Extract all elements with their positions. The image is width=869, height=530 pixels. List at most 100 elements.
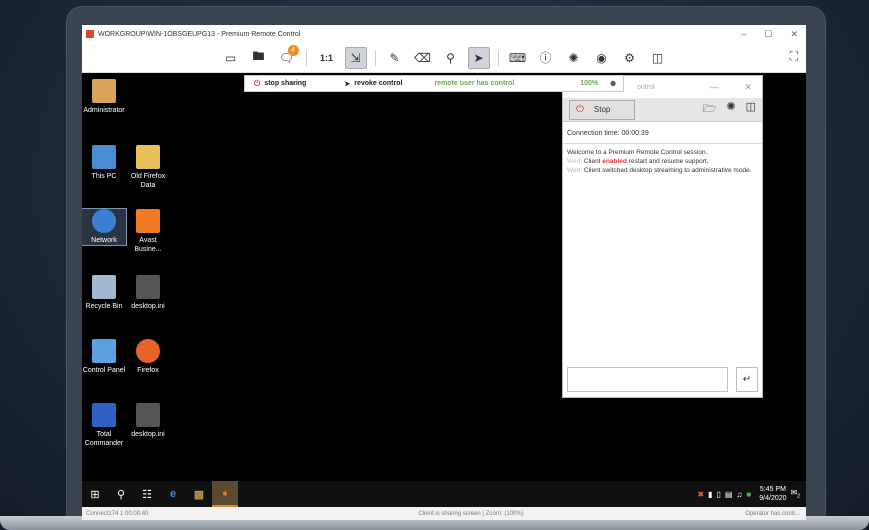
desktop-icon-label: desktop.ini [131,303,165,310]
file-explorer-icon[interactable]: ▩ [186,481,212,507]
app-logo [86,30,94,38]
clock-date: 9/4/2020 [759,495,787,502]
recycle-bin-icon [92,275,116,299]
desktop-icon-avast[interactable]: Avast Busine... [126,209,170,254]
desktop-icon-label: Avast Busine... [134,237,162,253]
desktop-icon-desktop-ini-2[interactable]: desktop.ini [126,403,170,439]
clock-time: 5:45 PM [759,486,786,493]
panel-window-controls: — ✕ [709,82,762,93]
revoke-control-label: revoke control [354,80,403,87]
floppy-icon [92,403,116,427]
folder-icon [136,145,160,169]
message-input[interactable] [567,367,728,392]
tray-app-icon[interactable]: ✖ [697,490,704,499]
desktop-icon-desktop-ini[interactable]: desktop.ini [126,275,170,311]
desktop-icon-label: Old Firefox Data [130,173,166,189]
network-icon [92,209,116,233]
action-center-icon[interactable]: ✉2 [791,488,800,500]
panel-minimize-button[interactable]: — [709,82,718,93]
tools-icon[interactable]: ✺ [726,100,735,119]
log-highlight: enabled [602,158,627,165]
desktop-icon-label: Network [91,237,117,244]
divider [497,49,499,66]
panel-tool-icons: 🗁 ✺ ◫ [703,100,756,119]
remote-app-taskbar-icon[interactable]: ➧ [212,481,238,507]
firefox-icon [136,339,160,363]
desktop-icon-label: Total Commander [84,431,124,447]
sharing-bar: ⏻ stop sharing ➤ revoke control remote u… [244,75,624,92]
status-bar: Connect174 1 00:00:40 Client is sharing … [82,507,806,520]
control-status: remote user has control [434,80,515,87]
desktop-icon-administrator[interactable]: Administrator [82,79,130,115]
tools-icon[interactable]: ✺ [610,80,616,88]
clock[interactable]: 5:45 PM 9/4/2020 [759,485,786,503]
screen-settings-icon[interactable]: ◫ [647,47,669,69]
settings-icon[interactable]: ⚙ [619,47,641,69]
folder-icon[interactable]: 🖿 [248,47,270,69]
windows-start-icon[interactable]: ⊞ [82,481,108,507]
power-icon: ⏻ [576,104,584,115]
tray-usb-icon[interactable]: ▯ [716,490,720,499]
pin-icon[interactable]: ⚲ [440,47,462,69]
log-line: Wed: Client switched desktop streaming t… [567,166,758,175]
keyboard-icon[interactable]: ⌨ [507,47,529,69]
divider [374,49,376,66]
control-panel-icon [92,339,116,363]
desktop-icon-this-pc[interactable]: This PC [82,145,126,181]
desktop-icon-label: Administrator [83,107,125,114]
desktop-icon-label: Control Panel [82,367,126,374]
action-center-count: 2 [797,493,800,500]
ratio-button[interactable]: 1:1 [315,47,339,69]
desktop-icon-recycle-bin[interactable]: Recycle Bin [82,275,126,311]
pointer-icon[interactable]: ➤ [467,46,490,69]
fullscreen-icon[interactable]: ⛶ [790,49,798,64]
computer-icon [92,145,116,169]
send-button[interactable]: ↵ [736,367,758,392]
tray-volume-icon[interactable]: ♫ [736,490,742,499]
cursor-icon: ➤ [344,80,351,88]
eraser-icon[interactable]: ⌫ [412,47,434,69]
session-log: Welcome to a Premium Remote Control sess… [563,144,762,179]
close-button[interactable]: ✕ [790,29,798,40]
desktop-icon-control-panel[interactable]: Control Panel [82,339,130,375]
task-view-icon[interactable]: ☷ [134,481,160,507]
desktop-icon-label: Firefox [137,367,159,374]
stop-button[interactable]: ⏻ Stop [569,99,635,120]
status-middle: Client is sharing screen | Zoom: (100%) [418,510,524,517]
desktop-icon-old-firefox-data[interactable]: Old Firefox Data [126,145,170,190]
search-icon[interactable]: ⚲ [108,481,134,507]
pen-icon[interactable]: ✎ [384,47,406,69]
log-line: Wed: Client enabled restart and resume s… [567,157,758,166]
info-icon[interactable]: ⓘ [535,47,557,69]
desktop-icon-firefox[interactable]: Firefox [126,339,170,375]
system-tray: ✖ ▮ ▯ ▤ ♫ ■ 5:45 PM 9/4/2020 ✉2 [697,485,806,503]
tray-green-icon[interactable]: ■ [746,490,751,499]
user-folder-icon [92,79,116,103]
record-icon[interactable]: ◉ [591,47,613,69]
enter-icon: ↵ [742,374,752,385]
screen-settings-icon[interactable]: ◫ [746,100,756,119]
tray-battery-icon[interactable]: ▮ [708,490,712,499]
edge-icon[interactable]: e [160,481,186,507]
desktop-icon-label: This PC [91,173,117,180]
tools-icon[interactable]: ✺ [563,47,585,69]
open-folder-icon[interactable]: 🗁 [703,100,717,119]
panel-toolbar: ⏻ Stop 🗁 ✺ ◫ [563,98,762,122]
desktop-icon-total-commander[interactable]: Total Commander [82,403,126,448]
sharing-percent: 100% [580,80,599,87]
chat-icon[interactable]: 🗨 4 [276,44,299,69]
log-timestamp: Wed: [567,167,583,174]
panel-title: ontrol [637,83,655,91]
minimize-button[interactable]: – [741,29,746,40]
notification-badge: 4 [287,44,299,56]
log-timestamp: Wed: [567,158,583,165]
panel-close-button[interactable]: ✕ [744,82,752,93]
desktop-icon-network[interactable]: Network [82,208,127,246]
log-line: Welcome to a Premium Remote Control sess… [567,149,708,156]
revoke-control-button[interactable]: ➤ revoke control [344,80,402,88]
fit-screen-icon[interactable]: ⇲ [344,46,367,69]
maximize-button[interactable]: ☐ [764,29,772,40]
monitor-icon[interactable]: ▭ [220,47,242,69]
tray-network-icon[interactable]: ▤ [725,490,733,499]
stop-sharing-button[interactable]: ⏻ stop sharing [254,79,306,89]
